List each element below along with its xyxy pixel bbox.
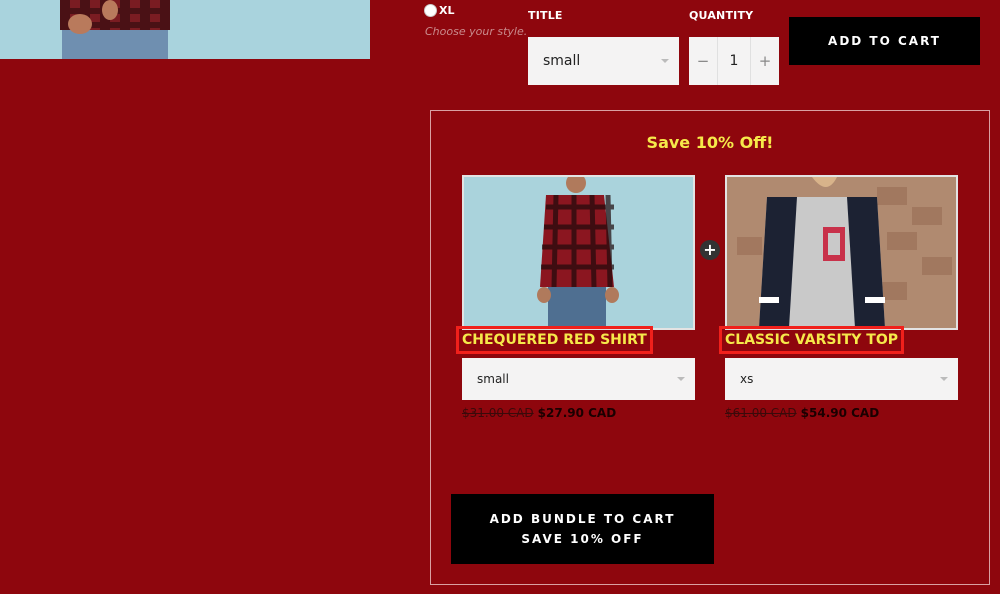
product-title-chequered-shirt[interactable]: CHEQUERED RED SHIRT [456,326,653,354]
title-select[interactable]: small [528,37,679,85]
price-chequered-shirt: $31.00 CAD $27.90 CAD [462,406,616,420]
radio-button[interactable] [424,4,437,17]
chevron-down-icon [940,377,948,381]
product-image-chequered-shirt[interactable] [462,175,695,330]
original-price: $61.00 CAD [725,406,797,420]
variant-select-value: small [477,372,509,386]
product-image-varsity-top[interactable] [725,175,958,330]
add-bundle-to-cart-button[interactable]: ADD BUNDLE TO CART SAVE 10% OFF [451,494,714,564]
quantity-label: QUANTITY [689,9,754,22]
add-to-cart-button[interactable]: ADD TO CART [789,17,980,65]
title-label: TITLE [528,9,563,22]
size-option-xl[interactable]: XL [424,4,455,17]
chevron-down-icon [677,377,685,381]
increment-button[interactable]: + [751,37,779,85]
sale-price: $54.90 CAD [800,406,880,420]
hero-product-image [0,0,370,59]
variant-select-chequered-shirt[interactable]: small [462,358,695,400]
sale-price: $27.90 CAD [537,406,617,420]
quantity-value[interactable]: 1 [717,37,751,85]
price-varsity-top: $61.00 CAD $54.90 CAD [725,406,879,420]
variant-select-value: xs [740,372,754,386]
size-option-label: XL [439,4,455,17]
bundle-button-line1: ADD BUNDLE TO CART [489,512,676,526]
title-select-value: small [543,53,581,69]
bundle-heading: Save 10% Off! [646,133,774,152]
chevron-down-icon [661,59,669,63]
quantity-stepper: − 1 + [689,37,779,85]
original-price: $31.00 CAD [462,406,534,420]
variant-select-varsity-top[interactable]: xs [725,358,958,400]
style-hint: Choose your style. [425,25,528,38]
product-title-varsity-top[interactable]: CLASSIC VARSITY TOP [719,326,904,354]
decrement-button[interactable]: − [689,37,717,85]
add-to-cart-label: ADD TO CART [828,34,941,48]
plus-icon: + [700,240,720,260]
bundle-button-line2: SAVE 10% OFF [521,532,644,546]
